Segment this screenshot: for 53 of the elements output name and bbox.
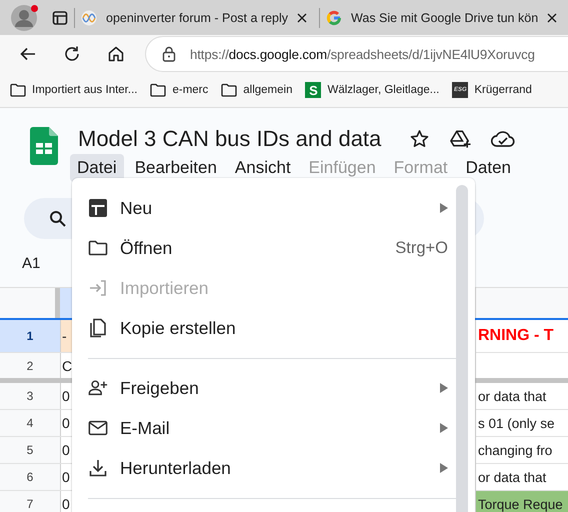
- row-header[interactable]: 3: [0, 383, 61, 409]
- document-title[interactable]: Model 3 CAN bus IDs and data: [78, 126, 382, 152]
- row-header[interactable]: 4: [0, 410, 61, 436]
- menu-option[interactable]: Neu: [88, 188, 453, 228]
- bookmark-item[interactable]: allgemein: [221, 82, 292, 98]
- menu-item[interactable]: Bearbeiten: [128, 154, 224, 182]
- bookmark-item[interactable]: e-merc: [150, 82, 208, 98]
- url-text: https://docs.google.com/spreadsheets/d/1ijvNE4lU9Xoruvcg: [190, 46, 535, 62]
- menu-option[interactable]: Freigeben: [88, 368, 453, 408]
- row-header[interactable]: 1: [0, 320, 61, 352]
- tab-actions-icon[interactable]: [52, 10, 68, 26]
- address-field[interactable]: https://docs.google.com/spreadsheets/d/1ijvNE4lU9Xoruvcg: [145, 36, 568, 72]
- menu-option[interactable]: Kopie erstellen: [88, 308, 453, 348]
- cell-reference[interactable]: A1: [22, 254, 40, 272]
- search-icon: [49, 210, 67, 228]
- browser-tab[interactable]: Was Sie mit Google Drive tun kön: [320, 2, 564, 32]
- wave-logo-icon: [81, 10, 97, 26]
- multicolor-logo-icon: [326, 10, 342, 26]
- scrollbar[interactable]: [456, 185, 468, 512]
- avatar-icon[interactable]: [11, 4, 37, 30]
- menu-option[interactable]: Herunterladen: [88, 448, 453, 488]
- drive-add-icon[interactable]: [450, 129, 472, 149]
- menu-item[interactable]: Daten: [458, 154, 518, 182]
- bookmark-item[interactable]: S Wälzlager, Gleitlage...: [305, 82, 440, 98]
- menu-option[interactable]: E-Mail: [88, 408, 453, 448]
- arrow-in-icon: [88, 278, 108, 298]
- star-icon[interactable]: [409, 129, 430, 149]
- bookmark-item[interactable]: Importiert aus Inter...: [10, 82, 138, 98]
- close-icon[interactable]: [297, 12, 308, 22]
- cloud-check-icon[interactable]: [491, 130, 516, 148]
- menu-option[interactable]: Öffnen Strg+O: [88, 228, 453, 268]
- menu-item[interactable]: Ansicht: [228, 154, 298, 182]
- mail-icon: [88, 418, 108, 438]
- row-header[interactable]: 7: [0, 491, 61, 512]
- folder-icon: [88, 238, 108, 258]
- download-icon: [88, 458, 108, 478]
- folder-icon: [10, 82, 26, 98]
- home-icon[interactable]: [107, 45, 125, 63]
- copy-icon: [88, 318, 108, 338]
- row-header[interactable]: 2: [0, 353, 61, 378]
- browser-tab[interactable]: openinverter forum - Post a reply: [75, 2, 314, 32]
- table-icon: [88, 198, 108, 218]
- lock-icon: [162, 46, 176, 62]
- folder-icon: [221, 82, 238, 98]
- table-cell: Torque Reque: [476, 491, 568, 512]
- sheets-logo-icon[interactable]: [30, 127, 58, 165]
- folder-icon: [150, 82, 166, 98]
- row-header[interactable]: 5: [0, 437, 61, 463]
- reload-icon[interactable]: [63, 45, 81, 63]
- close-icon[interactable]: [547, 12, 558, 22]
- back-icon[interactable]: [19, 45, 37, 63]
- row-header[interactable]: 6: [0, 464, 61, 490]
- add-person-icon: [88, 378, 108, 398]
